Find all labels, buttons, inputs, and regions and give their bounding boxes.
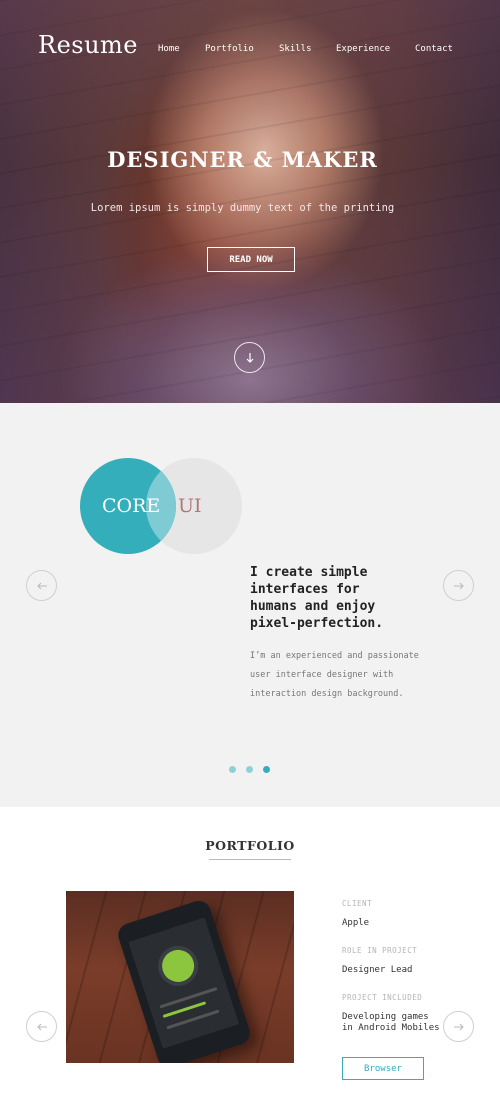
core-ui-venn-diagram: CORE UI [80,458,245,558]
scroll-down-button[interactable] [234,342,265,373]
core-label: CORE [102,495,161,517]
meta-role: ROLE IN PROJECT Designer Lead [342,946,417,976]
arrow-right-icon [453,1023,464,1030]
nav-home[interactable]: Home [158,44,180,54]
arrow-right-icon [453,582,464,589]
slider-prev-button[interactable] [26,570,57,601]
slider-pagination [229,766,289,774]
nav-contact[interactable]: Contact [415,44,453,54]
main-nav: Home Portfolio Skills Experience Contact [0,44,500,58]
hero-subtitle: Lorem ipsum is simply dummy text of the … [90,202,395,214]
role-value: Designer Lead [342,965,413,975]
included-value: Developing games in Android Mobiles [342,1012,440,1033]
nav-portfolio[interactable]: Portfolio [205,44,254,54]
portfolio-project-image[interactable] [66,891,294,1063]
client-label: CLIENT [342,899,373,908]
nav-experience[interactable]: Experience [336,44,390,54]
browser-button[interactable]: Browser [342,1057,424,1080]
meta-included: PROJECT INCLUDED Developing games in And… [342,993,442,1034]
ui-label: UI [178,495,202,517]
title-underline [209,859,291,860]
portfolio-title: PORTFOLIO [205,838,295,853]
portfolio-prev-button[interactable] [26,1011,57,1042]
nav-skills[interactable]: Skills [279,44,312,54]
meta-client: CLIENT Apple [342,899,372,929]
hero-title: DESIGNER & MAKER [107,147,378,172]
about-section: CORE UI I create simple interfaces for h… [0,403,500,807]
included-label: PROJECT INCLUDED [342,993,423,1002]
about-headline: I create simple interfaces for humans an… [250,565,384,631]
client-value: Apple [342,918,370,928]
about-description: I’m an experienced and passionate user i… [250,651,419,699]
app-dial-graphic [152,940,204,992]
arrow-left-icon [36,1023,47,1030]
read-now-button[interactable]: READ NOW [207,247,295,272]
slider-next-button[interactable] [443,570,474,601]
slider-dot-1[interactable] [229,766,236,773]
arrow-left-icon [36,582,47,589]
slider-dot-3[interactable] [263,766,270,773]
role-label: ROLE IN PROJECT [342,946,418,955]
portfolio-next-button[interactable] [443,1011,474,1042]
hero-section: Resume Home Portfolio Skills Experience … [0,0,500,403]
arrow-down-icon [246,352,253,363]
portfolio-section: PORTFOLIO CLIENT Apple ROLE IN PROJECT D… [0,807,500,1100]
slider-dot-2[interactable] [246,766,253,773]
